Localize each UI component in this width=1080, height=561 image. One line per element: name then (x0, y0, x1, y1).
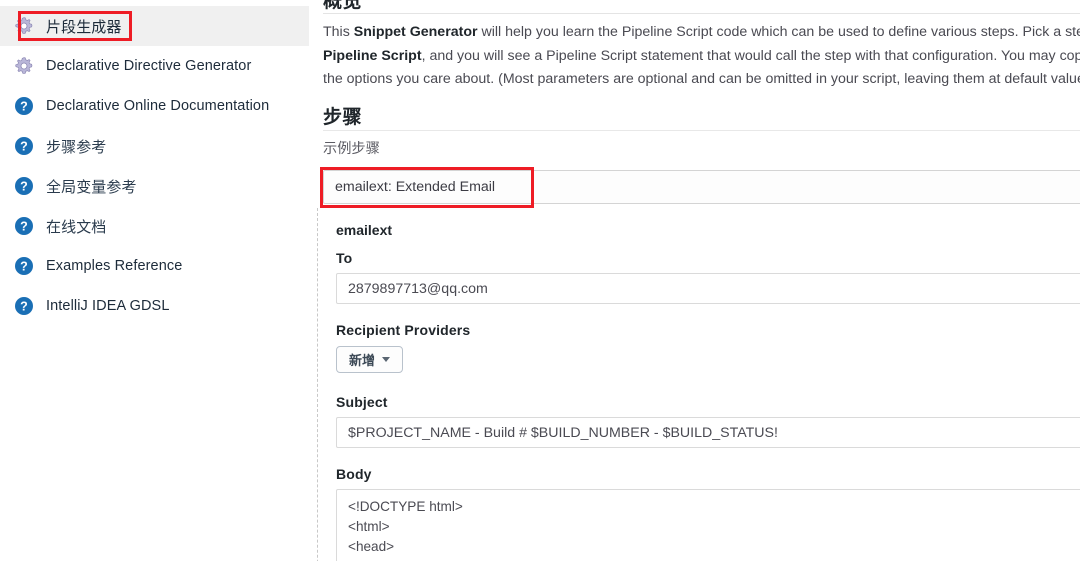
intro-line-2: Pipeline Script, and you will see a Pipe… (323, 45, 1080, 69)
svg-text:?: ? (20, 260, 28, 274)
to-input[interactable]: 2879897713@qq.com (336, 273, 1080, 304)
intro-line1-pre: This (323, 24, 354, 40)
help-icon: ? (14, 296, 34, 316)
snippet-generator-page: 片段生成器 Declarative Directive Generator? Dec… (0, 0, 1080, 561)
field-recipient-providers: Recipient Providers 新增 (336, 322, 470, 373)
intro-paragraph: This Snippet Generator will help you lea… (323, 21, 1080, 92)
help-icon: ? (14, 96, 34, 116)
intro-line-1: This Snippet Generator will help you lea… (323, 21, 1080, 45)
step-select-dropdown[interactable]: emailext: Extended Email (323, 170, 1080, 204)
sidebar-item-label: Examples Reference (46, 258, 183, 274)
sample-step-label: 示例步骤 (323, 141, 380, 157)
help-icon: ? (14, 136, 34, 156)
chevron-down-icon (382, 357, 391, 362)
body-code-line: <meta charset="UTF-8"> (348, 557, 1080, 561)
to-input-value: 2879897713@qq.com (348, 280, 488, 297)
body-code-line: <html> (348, 519, 390, 534)
add-recipient-provider-button[interactable]: 新增 (336, 346, 404, 373)
body-code-line: <head> (348, 539, 395, 554)
steps-divider (323, 130, 1080, 131)
sidebar-item-2[interactable]: Declarative Directive Generator (0, 46, 309, 86)
svg-text:?: ? (20, 100, 28, 114)
sidebar-item-5[interactable]: ? 全局变量参考 (0, 166, 309, 206)
field-subject: Subject $PROJECT_NAME - Build # $BUILD_N… (336, 394, 1080, 448)
steps-heading: 步骤 (323, 107, 363, 128)
body-label: Body (336, 466, 372, 482)
subject-input[interactable]: $PROJECT_NAME - Build # $BUILD_NUMBER - … (336, 417, 1080, 448)
svg-text:?: ? (20, 140, 28, 154)
sidebar-item-6[interactable]: ? 在线文档 (0, 206, 309, 246)
step-config-panel: emailext To 2879897713@qq.com Recipient … (317, 208, 1080, 561)
sidebar-item-label: IntelliJ IDEA GDSL (46, 298, 170, 314)
field-to: To 2879897713@qq.com (336, 250, 1080, 304)
title-divider (323, 13, 1080, 14)
help-icon: ? (14, 216, 34, 236)
help-icon: ? (14, 256, 34, 276)
add-button-label: 新增 (349, 353, 376, 368)
sidebar-item-7[interactable]: ? Examples Reference (0, 246, 309, 286)
intro-bold-snippet-generator: Snippet Generator (353, 24, 478, 40)
body-code-line: <!DOCTYPE html> (348, 499, 463, 514)
sidebar-item-8[interactable]: ? IntelliJ IDEA GDSL (0, 286, 309, 326)
sidebar-item-label: 步骤参考 (46, 138, 107, 156)
svg-text:?: ? (20, 220, 28, 234)
sidebar-item-label: 全局变量参考 (46, 178, 137, 196)
to-label: To (336, 250, 353, 266)
sidebar-item-3[interactable]: ? Declarative Online Documentation (0, 86, 309, 126)
subject-input-value: $PROJECT_NAME - Build # $BUILD_NUMBER - … (348, 424, 778, 441)
svg-text:?: ? (20, 300, 28, 314)
help-icon: ? (14, 176, 34, 196)
sidebar: 片段生成器 Declarative Directive Generator? Dec… (0, 0, 309, 561)
body-textarea[interactable]: <!DOCTYPE html> <html> <head> <meta charset… (336, 489, 1080, 561)
recipient-providers-label: Recipient Providers (336, 322, 471, 338)
sidebar-item-label: Declarative Directive Generator (46, 58, 252, 74)
gear-icon (14, 56, 34, 76)
sidebar-item-4[interactable]: ? 步骤参考 (0, 126, 309, 166)
sidebar-item-label: 片段生成器 (46, 18, 122, 36)
gear-icon (14, 16, 34, 36)
field-body: Body <!DOCTYPE html> <html> <head> <meta ch… (336, 466, 1080, 561)
sidebar-item-label: 在线文档 (46, 218, 107, 236)
intro-line2-post: , and you will see a Pipeline Script sta… (421, 47, 1080, 64)
step-select-value: emailext: Extended Email (335, 179, 496, 195)
step-name-label: emailext (336, 222, 393, 238)
main-content: 概览 This Snippet Generator will help you … (309, 0, 1080, 561)
sidebar-item-label: Declarative Online Documentation (46, 98, 270, 114)
subject-label: Subject (336, 394, 388, 410)
intro-line-3: the options you care about. (Most parame… (323, 71, 1080, 87)
svg-text:?: ? (20, 180, 28, 194)
sidebar-item-1[interactable]: 片段生成器 (0, 6, 309, 46)
page-title: 概览 (323, 0, 363, 12)
intro-bold-pipeline-script: Pipeline Script (323, 47, 422, 64)
intro-line1-post: will help you learn the Pipeline Script … (481, 24, 1080, 40)
